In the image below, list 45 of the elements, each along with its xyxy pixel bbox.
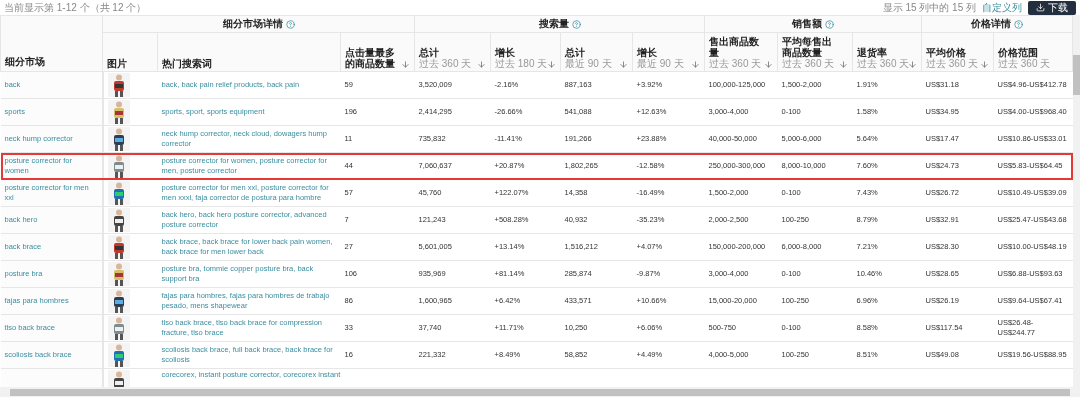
group-header: 细分市场详情 [102, 15, 415, 33]
sort-icon[interactable] [691, 60, 700, 69]
column-header: 售出商品数量 [709, 36, 760, 58]
group-header: 销售额 [704, 15, 922, 33]
column-header: 增长 [637, 47, 658, 58]
vertical-scrollbar[interactable] [1073, 15, 1080, 387]
column-period: 过去 360 天 [419, 58, 472, 69]
column-header: 总计 [419, 47, 440, 58]
column-header: 平均价格 [926, 47, 967, 58]
column-header: 图片 [107, 58, 127, 69]
help-icon[interactable] [285, 19, 295, 29]
column-header: 细分市场 [0, 15, 103, 72]
group-header: 价格详情 [921, 15, 1073, 33]
column-header: 平均每售出商品数量 [782, 36, 833, 58]
column-header: 价格范围 [998, 47, 1039, 58]
horizontal-scrollbar[interactable] [0, 387, 1080, 397]
download-button[interactable]: 下载 [1028, 0, 1076, 15]
sort-icon[interactable] [980, 60, 989, 69]
column-period: 过去 360 天 [782, 58, 836, 69]
result-count: 当前显示第 1-12 个（共 12 个） [4, 1, 147, 14]
sort-icon[interactable] [477, 60, 486, 69]
sort-icon[interactable] [839, 60, 848, 69]
help-icon[interactable] [571, 19, 581, 29]
column-header: 总计 [565, 47, 586, 58]
download-icon [1036, 3, 1045, 12]
group-header: 搜索量 [414, 15, 705, 33]
column-period: 最近 90 天 [637, 58, 684, 69]
column-period: 过去 360 天 [709, 58, 762, 69]
sort-icon[interactable] [547, 60, 556, 69]
column-header: 增长 [495, 47, 516, 58]
customize-columns-link[interactable]: 自定义列 [982, 0, 1022, 15]
help-icon[interactable] [1014, 19, 1023, 29]
help-icon[interactable] [825, 19, 834, 29]
sort-icon[interactable] [401, 60, 410, 69]
column-period: 过去 180 天 [495, 58, 545, 69]
column-period: 过去 360 天 [926, 58, 978, 69]
sort-icon[interactable] [619, 60, 628, 69]
column-header: 点击量最多的商品数量 [345, 47, 396, 69]
column-period: 过去 360 天 [998, 58, 1051, 69]
column-period: 最近 90 天 [565, 58, 612, 69]
column-header: 退货率 [857, 47, 888, 58]
sort-icon[interactable] [908, 60, 917, 69]
column-count: 显示 15 列中的 15 列 [882, 1, 976, 14]
sort-icon[interactable] [764, 60, 773, 69]
column-header: 热门搜索词 [162, 58, 212, 69]
